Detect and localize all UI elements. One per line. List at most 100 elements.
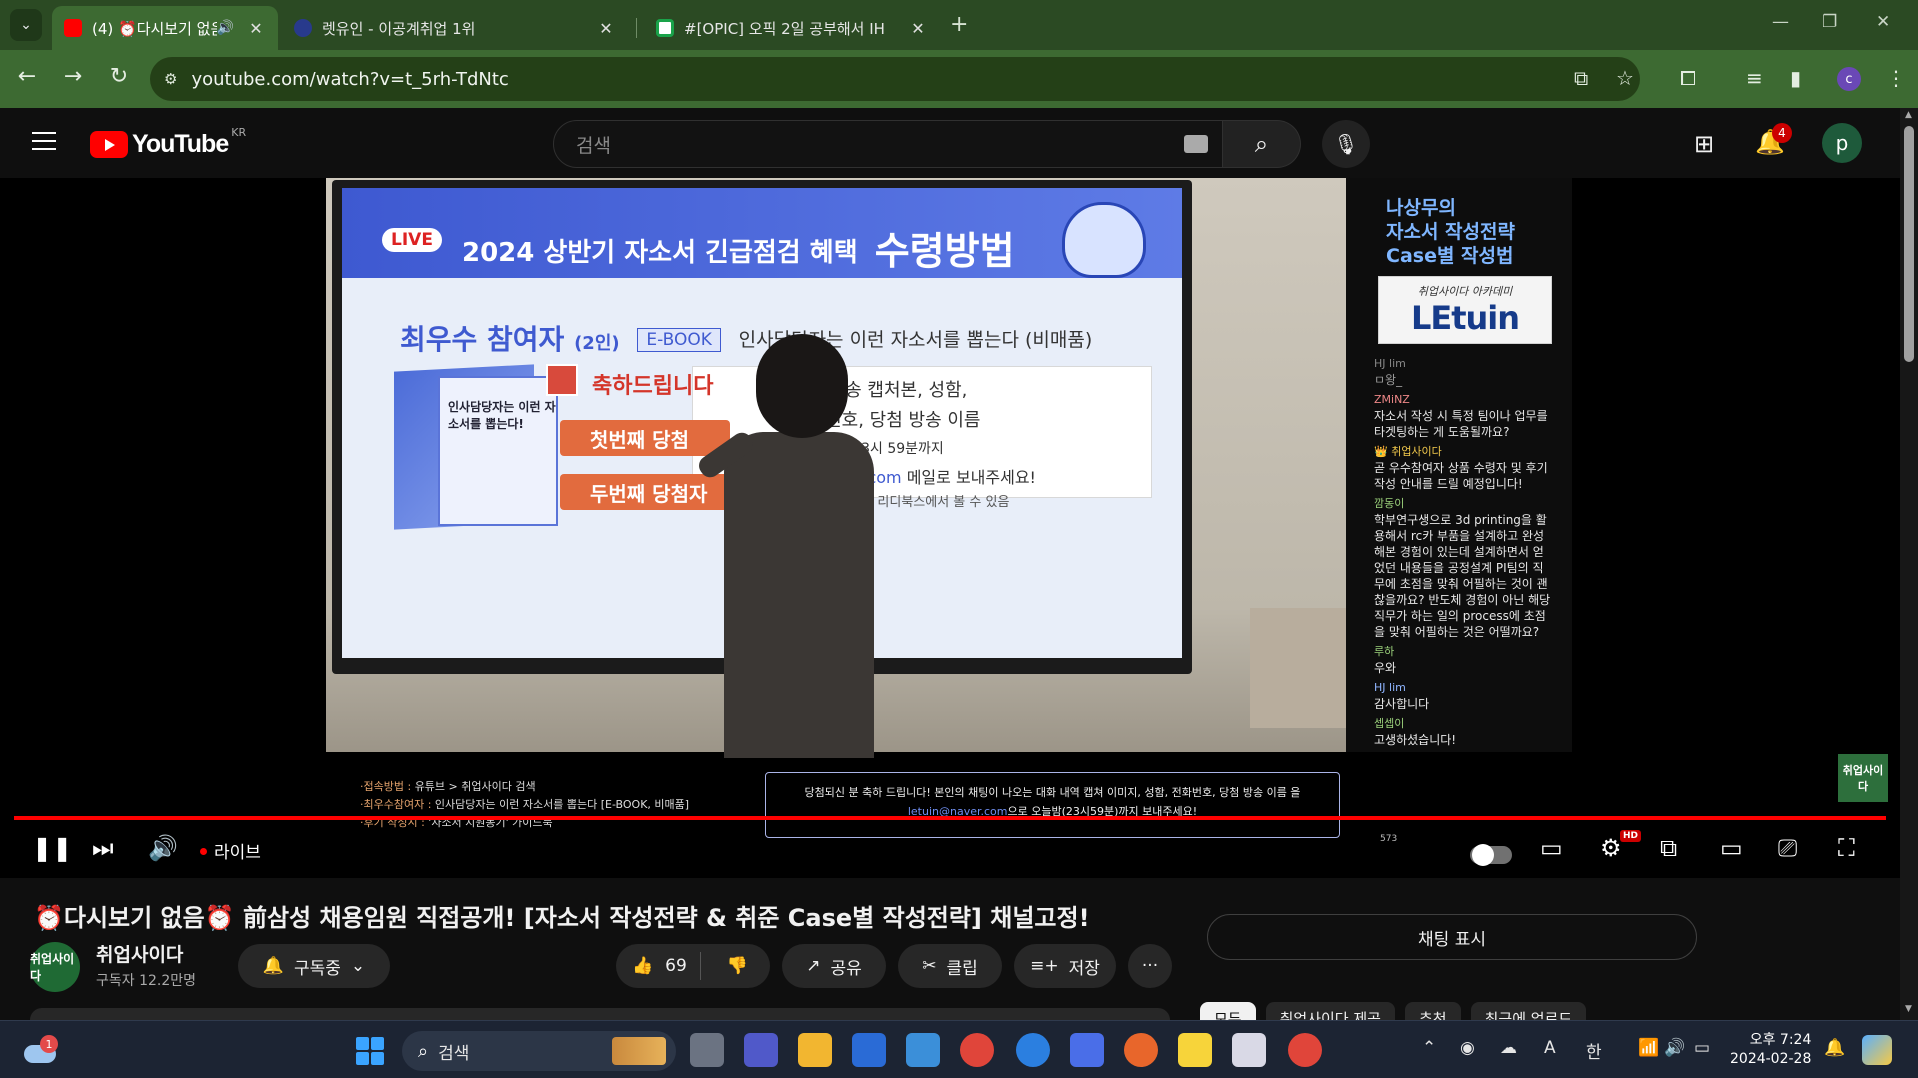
close-tab-icon[interactable]: ✕ bbox=[908, 19, 928, 38]
chip-all[interactable]: 모두 bbox=[1200, 1002, 1256, 1020]
like-dislike-group: 👍 69 👎 bbox=[616, 944, 770, 988]
close-tab-icon[interactable]: ✕ bbox=[596, 19, 616, 38]
keyboard-icon[interactable] bbox=[1184, 135, 1208, 153]
video-player[interactable]: LIVE 2024 상반기 자소서 긴급점검 혜택 수령방법 최우수 참여자 (… bbox=[0, 178, 1900, 878]
slide-title-emphasis: 수령방법 bbox=[874, 229, 1015, 273]
clip-button[interactable]: ✂ 클립 bbox=[898, 944, 1002, 988]
sync-app-icon[interactable] bbox=[1016, 1033, 1050, 1067]
windows-logo-icon bbox=[356, 1052, 369, 1065]
restore-button[interactable]: ❐ bbox=[1822, 12, 1837, 32]
save-button[interactable]: ≡+ 저장 bbox=[1014, 944, 1116, 988]
fullscreen-button[interactable]: ⛶ bbox=[1838, 834, 1855, 862]
close-window-button[interactable]: ✕ bbox=[1876, 12, 1890, 32]
theater-mode-button[interactable]: ▭ bbox=[1720, 834, 1743, 862]
reload-button[interactable]: ↻ bbox=[104, 64, 134, 89]
site-info-icon[interactable]: ⚙ bbox=[164, 70, 177, 88]
chip-recommended[interactable]: 추천 bbox=[1404, 1002, 1461, 1020]
teams-icon[interactable] bbox=[744, 1033, 778, 1067]
chip-recent[interactable]: 최근에 업로드 bbox=[1470, 1002, 1587, 1020]
create-video-icon[interactable]: ⊞ bbox=[1694, 130, 1714, 158]
voice-search-button[interactable]: 🎙 bbox=[1322, 120, 1370, 168]
tray-cloud-icon[interactable]: ☁ bbox=[1500, 1038, 1517, 1058]
page-scrollbar[interactable]: ▲ ▼ bbox=[1900, 108, 1918, 1020]
live-indicator-dot bbox=[200, 848, 207, 855]
scroll-down-icon[interactable]: ▼ bbox=[1905, 1004, 1912, 1014]
url-text[interactable]: youtube.com/watch?v=t_5rh-TdNtc bbox=[191, 69, 508, 90]
settings-button[interactable]: ⚙ bbox=[1600, 834, 1622, 862]
speaker-icon[interactable]: 🔊 bbox=[217, 20, 234, 36]
media-control-icon[interactable]: ≡ bbox=[1746, 66, 1763, 90]
battery-icon[interactable]: ▭ bbox=[1694, 1038, 1710, 1058]
chrome-menu-icon[interactable]: ⋮ bbox=[1886, 66, 1906, 90]
menu-icon[interactable] bbox=[32, 132, 56, 150]
microsoft-store-icon[interactable] bbox=[852, 1033, 886, 1067]
share-button[interactable]: ↗ 공유 bbox=[782, 944, 886, 988]
side-panel-icon[interactable]: ▮ bbox=[1790, 66, 1801, 90]
show-chat-button[interactable]: 채팅 표시 bbox=[1207, 914, 1697, 960]
chip-from-channel[interactable]: 취업사이다 제공 bbox=[1265, 1002, 1395, 1020]
volume-button[interactable]: 🔊 bbox=[148, 834, 178, 862]
taskbar-search[interactable]: ⌕ 검색 bbox=[402, 1031, 676, 1071]
chat-message: 루하 우와 bbox=[1374, 644, 1554, 676]
logo-wordmark: YouTube bbox=[132, 130, 229, 158]
minimize-button[interactable]: — bbox=[1772, 12, 1789, 32]
bookmark-star-icon[interactable]: ☆ bbox=[1616, 66, 1634, 90]
search-placeholder: 검색 bbox=[576, 134, 611, 157]
extensions-icon[interactable]: ⧠ bbox=[1680, 66, 1696, 90]
firefox-icon[interactable] bbox=[1124, 1033, 1158, 1067]
account-avatar[interactable]: p bbox=[1822, 123, 1862, 163]
next-button[interactable]: ⏭ bbox=[92, 834, 114, 862]
channel-avatar[interactable]: 취업사이다 bbox=[30, 942, 80, 992]
autoplay-toggle[interactable] bbox=[1470, 844, 1512, 866]
tab-search-button[interactable]: ⌄ bbox=[10, 9, 42, 41]
new-tab-button[interactable]: + bbox=[950, 12, 968, 37]
youtube-logo[interactable]: YouTube KR bbox=[90, 126, 246, 159]
channel-name[interactable]: 취업사이다 bbox=[96, 940, 183, 967]
start-button[interactable] bbox=[356, 1037, 384, 1065]
file-explorer-icon[interactable] bbox=[798, 1033, 832, 1067]
wifi-icon[interactable]: 📶 bbox=[1638, 1038, 1659, 1058]
address-bar[interactable]: ⚙ youtube.com/watch?v=t_5rh-TdNtc bbox=[150, 57, 1640, 101]
taskbar-search-label: 검색 bbox=[438, 1043, 470, 1064]
snipping-tool-icon[interactable] bbox=[1232, 1033, 1266, 1067]
task-view-icon[interactable] bbox=[690, 1033, 724, 1067]
tab-opic[interactable]: #[OPIC] 오픽 2일 공부해서 IH ✕ bbox=[644, 6, 940, 50]
search-input[interactable]: 검색 bbox=[553, 120, 1223, 168]
taskbar-clock[interactable]: 오후 7:24 2024-02-28 bbox=[1730, 1031, 1811, 1069]
live-label[interactable]: 라이브 bbox=[214, 838, 261, 863]
progress-bar[interactable] bbox=[14, 816, 1886, 820]
tab-letuin[interactable]: 렛유인 - 이공계취업 1위 ✕ bbox=[282, 6, 628, 50]
ime-mode-han[interactable]: 한 bbox=[1586, 1038, 1602, 1063]
ime-mode-a[interactable]: A bbox=[1544, 1038, 1556, 1058]
notepad-icon[interactable] bbox=[906, 1033, 940, 1067]
tray-overflow-icon[interactable]: ⌃ bbox=[1422, 1038, 1436, 1058]
more-actions-button[interactable]: ··· bbox=[1128, 944, 1172, 988]
sticky-notes-icon[interactable] bbox=[1178, 1033, 1212, 1067]
subtitles-button[interactable]: ▭ bbox=[1540, 834, 1563, 862]
chevron-down-icon: ⌄ bbox=[350, 956, 366, 976]
notification-center-icon[interactable]: 🔔 bbox=[1824, 1038, 1845, 1058]
miniplayer-button[interactable]: ⧉ bbox=[1660, 834, 1677, 862]
copilot-icon[interactable] bbox=[1862, 1035, 1892, 1065]
dislike-button[interactable]: 👎 bbox=[727, 956, 748, 976]
chrome-profile-icon[interactable] bbox=[1288, 1033, 1322, 1067]
pause-button[interactable]: ❚❚ bbox=[32, 834, 72, 862]
tab-youtube[interactable]: (4) ⏰다시보기 없음⏰ 前 🔊 ✕ bbox=[52, 6, 278, 50]
volume-icon[interactable]: 🔊 bbox=[1664, 1038, 1685, 1058]
scrollbar-thumb[interactable] bbox=[1904, 126, 1914, 362]
profile-avatar[interactable]: c bbox=[1837, 67, 1861, 91]
install-app-icon[interactable]: ⧉ bbox=[1574, 66, 1588, 90]
like-button[interactable]: 👍 69 bbox=[632, 956, 687, 976]
weather-widget[interactable]: 1 bbox=[24, 1035, 60, 1065]
close-tab-icon[interactable]: ✕ bbox=[246, 19, 266, 38]
forward-button[interactable]: → bbox=[58, 64, 88, 89]
channel-watermark[interactable]: 취업사이다 bbox=[1838, 754, 1888, 802]
scroll-up-icon[interactable]: ▲ bbox=[1905, 110, 1912, 120]
chrome-icon[interactable] bbox=[960, 1033, 994, 1067]
media-app-icon[interactable] bbox=[1070, 1033, 1104, 1067]
search-button[interactable]: ⌕ bbox=[1223, 120, 1301, 168]
back-button[interactable]: ← bbox=[12, 64, 42, 89]
tray-chrome-icon[interactable]: ◉ bbox=[1460, 1038, 1475, 1058]
subscribed-button[interactable]: 🔔 구독중 ⌄ bbox=[238, 944, 390, 988]
cast-button[interactable]: ⎚ bbox=[1778, 834, 1797, 862]
